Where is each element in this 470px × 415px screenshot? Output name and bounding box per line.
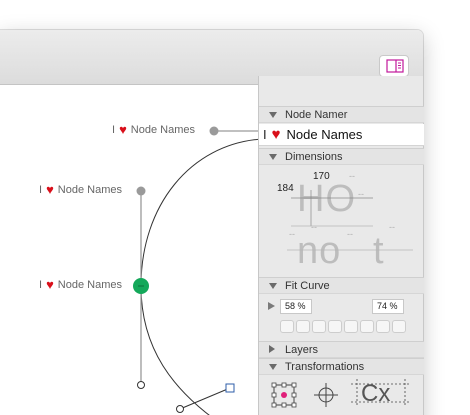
node-name-prefix: I (39, 278, 43, 291)
node-name-prefix: I (263, 127, 267, 142)
section-title: Node Namer (285, 109, 348, 121)
fit-curve-preset-button[interactable] (280, 320, 294, 333)
node-name-text: Node Names (57, 183, 122, 196)
node-name-prefix: I (39, 183, 43, 196)
heart-icon: ♥ (46, 182, 54, 197)
node-handle-top (209, 126, 219, 136)
dimensions-area: 170 184 HO no t -- -- -- -- -- -- (259, 164, 424, 288)
section-header-node-namer[interactable]: Node Namer (259, 106, 424, 123)
node-handle-upper (136, 186, 146, 196)
sidebar-toggle-button[interactable] (379, 55, 409, 77)
node-name-text: Node Names (130, 123, 195, 136)
section-title: Transformations (285, 361, 365, 373)
disclosure-triangle-icon (269, 112, 277, 118)
node-handle-lower-left (176, 405, 184, 413)
disclosure-triangle-icon (269, 154, 277, 160)
metrics-box-icon[interactable]: Cx (351, 379, 411, 407)
section-title: Fit Curve (285, 280, 330, 292)
palette-sidebar: Node Namer I ♥ Node Names Dimensions 170… (258, 76, 424, 415)
dimension-dash: -- (349, 171, 355, 181)
section-title: Dimensions (285, 151, 343, 163)
disclosure-triangle-icon (269, 345, 275, 353)
fit-curve-preset-button[interactable] (328, 320, 342, 333)
fit-curve-min-input[interactable]: 58 % (280, 299, 312, 314)
crosshair-icon[interactable] (313, 382, 339, 408)
disclosure-triangle-icon (269, 364, 277, 370)
glyph-outline-path (140, 138, 258, 415)
node-name-label-top[interactable]: I ♥ Node Names (112, 123, 195, 136)
node-name-text: Node Names (57, 278, 122, 291)
fit-curve-max-input[interactable]: 74 % (372, 299, 404, 314)
section-header-transformations[interactable]: Transformations (259, 358, 424, 375)
node-name-value: Node Names (286, 127, 363, 142)
sidebar-panel-icon (386, 59, 404, 73)
node-handle-bottom (137, 381, 145, 389)
dimension-guides (287, 190, 413, 251)
heart-icon: ♥ (119, 122, 127, 137)
transform-origin-grid-icon[interactable] (271, 382, 297, 408)
section-header-layers[interactable]: Layers (259, 341, 424, 358)
disclosure-triangle-icon (269, 283, 277, 289)
fit-curve-preset-button[interactable] (344, 320, 358, 333)
apply-fit-play-icon[interactable] (268, 302, 275, 310)
metrics-box-letters: Cx (361, 380, 391, 407)
glyph-canvas[interactable]: I ♥ Node Names I ♥ Node Names I ♥ Node N… (0, 86, 258, 415)
section-title: Layers (285, 344, 319, 356)
fit-curve-preset-button[interactable] (392, 320, 406, 333)
node-corner-point (225, 383, 235, 393)
fit-curve-preset-button[interactable] (296, 320, 310, 333)
fit-curve-preset-button[interactable] (376, 320, 390, 333)
node-name-label-upper[interactable]: I ♥ Node Names (39, 183, 122, 196)
heart-icon: ♥ (46, 277, 54, 292)
section-header-dimensions[interactable]: Dimensions (259, 148, 424, 165)
node-name-label-selected[interactable]: I ♥ Node Names (39, 278, 122, 291)
fit-curve-preset-button[interactable] (360, 320, 374, 333)
fit-curve-preset-button[interactable] (312, 320, 326, 333)
section-header-fit-curve[interactable]: Fit Curve (259, 277, 424, 294)
node-name-field[interactable]: I ♥ Node Names (259, 124, 424, 146)
heart-icon: ♥ (271, 126, 281, 143)
node-name-prefix: I (112, 123, 116, 136)
